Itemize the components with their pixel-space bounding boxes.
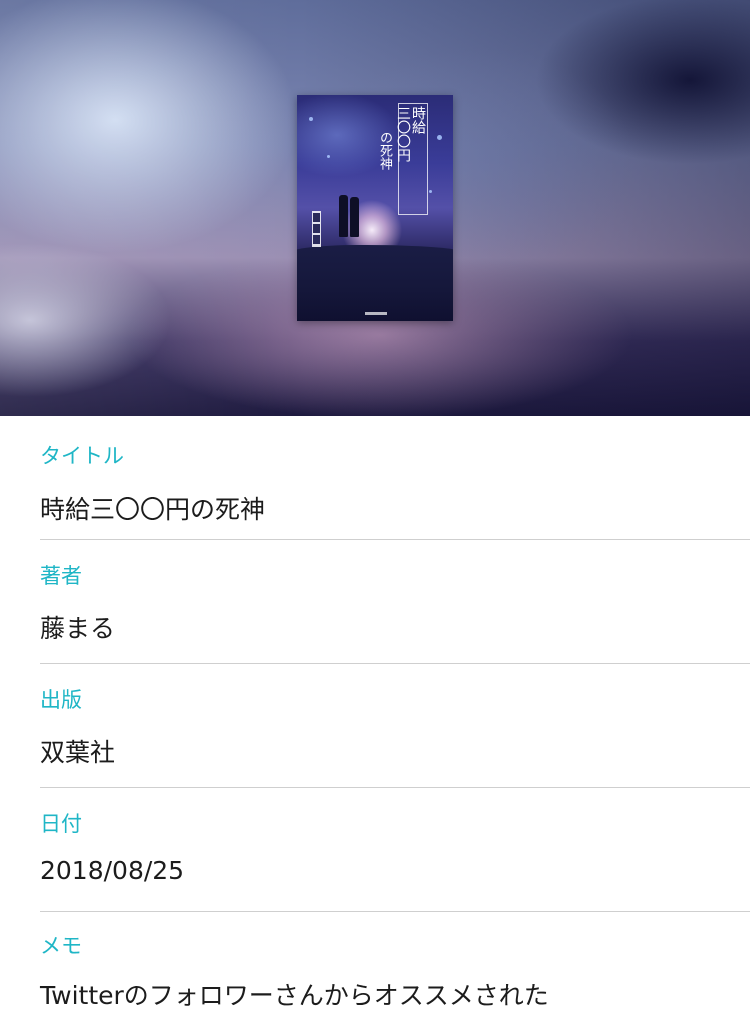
field-value: 2018/08/25 <box>40 856 185 885</box>
field-memo[interactable]: メモ Twitterのフォロワーさんからオススメされた <box>40 930 750 1026</box>
cover-publisher-mark <box>365 312 387 315</box>
cover-sparkle <box>309 117 313 121</box>
field-label: 日付 <box>40 812 82 836</box>
field-label: 出版 <box>40 688 82 712</box>
book-cover-image[interactable]: 時給 三〇〇円 の死神 <box>297 95 453 321</box>
cover-title-line1: 時給 三〇〇円 <box>395 103 428 215</box>
field-author[interactable]: 著者 藤まる <box>40 560 750 660</box>
divider <box>40 663 750 664</box>
field-value: Twitterのフォロワーさんからオススメされた <box>40 981 549 1010</box>
cover-title-line1-text: 時給 <box>410 106 426 134</box>
cover-figure <box>350 197 359 237</box>
cover-backdrop: 時給 三〇〇円 の死神 <box>0 0 750 416</box>
field-value: 時給三〇〇円の死神 <box>40 495 266 524</box>
field-value: 双葉社 <box>40 738 116 767</box>
field-value: 藤まる <box>40 614 116 643</box>
divider <box>40 787 750 788</box>
field-title[interactable]: タイトル 時給三〇〇円の死神 <box>40 440 750 540</box>
cover-author-mark <box>312 211 321 247</box>
cover-sparkle <box>327 155 330 158</box>
field-publisher[interactable]: 出版 双葉社 <box>40 684 750 784</box>
cover-title-line2-text: 三〇〇円 <box>395 106 411 162</box>
field-label: 著者 <box>40 564 82 588</box>
field-label: メモ <box>40 934 82 958</box>
cover-figure <box>339 195 348 237</box>
field-label: タイトル <box>40 444 124 468</box>
cover-sparkle <box>437 135 442 140</box>
cover-hill <box>297 245 453 321</box>
field-date[interactable]: 日付 2018/08/25 <box>40 808 750 908</box>
divider <box>40 539 750 540</box>
cover-sparkle <box>429 190 432 193</box>
cover-title-line3: の死神 <box>377 131 392 170</box>
divider <box>40 911 750 912</box>
